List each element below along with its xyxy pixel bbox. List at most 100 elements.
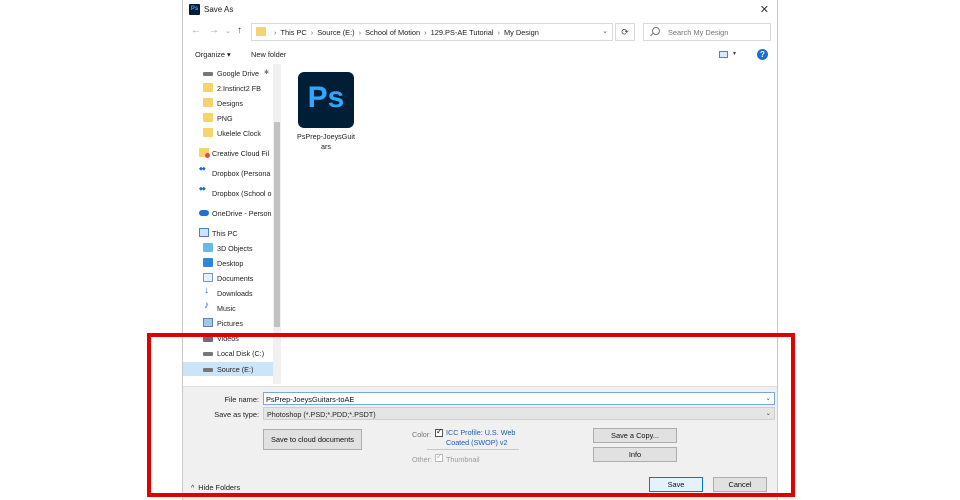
refresh-button[interactable]: ⟳ [615,23,635,41]
navigation-pane: Google Drive ✱ 2.Instinct2 FB Designs PN… [183,64,283,384]
sidebar-item-onedrive[interactable]: OneDrive - Person [183,206,273,220]
folder-icon [203,128,213,137]
save-type-value: Photoshop (*.PSD;*.PDD;*.PSDT) [267,410,376,419]
cancel-button[interactable]: Cancel [713,477,767,492]
sidebar-item-desktop[interactable]: Desktop [183,256,273,270]
chevron-down-icon: ⌄ [765,410,771,417]
breadcrumb-school-of-motion[interactable]: School of Motion [365,28,420,37]
sidebar-item-music[interactable]: Music [183,300,273,315]
up-arrow-icon[interactable]: ↑ [237,25,242,36]
sidebar-item-downloads[interactable]: Downloads [183,285,273,300]
hide-folders-button[interactable]: ^ Hide Folders [191,483,240,492]
thumbnail-checkbox[interactable] [435,452,443,462]
sidebar-item-label: This PC [212,229,238,238]
help-icon[interactable]: ? [757,49,768,60]
computer-icon [199,228,209,237]
breadcrumb-this-pc[interactable]: This PC [280,28,306,37]
scrollbar-thumb[interactable] [274,122,280,327]
folder-icon [203,98,213,107]
sidebar-item-label: Creative Cloud Fil [212,149,270,158]
title-bar: Ps Save As ✕ [183,0,777,20]
sidebar-item-label: Local Disk (C:) [217,349,265,358]
save-button[interactable]: Save [649,477,703,492]
breadcrumb-separator: › [424,28,427,37]
folder-icon [203,113,213,122]
sidebar-item-label: Desktop [217,259,244,268]
file-list: Ps PsPrep-JoeysGuit ars [283,64,777,384]
search-input[interactable] [668,26,768,39]
save-a-copy-button[interactable]: Save a Copy... [593,428,677,443]
breadcrumb-my-design[interactable]: My Design [504,28,539,37]
other-label: Other: [412,455,432,464]
save-as-dialog: Ps Save As ✕ ← → ⌄ ↑ › This PC › Source … [182,0,778,500]
3d-objects-icon [203,243,213,252]
file-name-input[interactable] [266,394,746,404]
sidebar-item-label: Source (E:) [217,365,254,374]
back-arrow-icon[interactable]: ← [191,25,201,36]
sidebar-item-3d-objects[interactable]: 3D Objects [183,241,273,255]
sidebar-item-instinct2-fb[interactable]: 2.Instinct2 FB [183,81,273,95]
breadcrumb: › This PC › Source (E:) › School of Moti… [270,28,539,37]
sidebar-item-label: 2.Instinct2 FB [217,84,261,93]
close-icon[interactable]: ✕ [760,3,769,16]
sidebar-item-png[interactable]: PNG [183,111,273,125]
sidebar-item-dropbox-school[interactable]: Dropbox (School o [183,186,273,200]
sidebar-item-label: OneDrive - Person [212,209,272,218]
desktop-icon [203,258,213,267]
photoshop-app-icon: Ps [189,4,200,15]
sidebar-item-local-disk-c[interactable]: Local Disk (C:) [183,346,273,360]
icc-profile-link-line2[interactable]: Coated (SWOP) v2 [446,438,508,448]
info-button[interactable]: Info [593,447,677,462]
save-to-cloud-button[interactable]: Save to cloud documents [263,429,362,450]
recent-locations-chevron-icon[interactable]: ⌄ [225,27,231,35]
icc-profile-link[interactable]: ICC Profile: U.S. Web [446,428,515,438]
file-name-line: PsPrep-JoeysGuit [297,132,355,141]
sidebar-item-source-e[interactable]: Source (E:) [183,362,273,376]
forward-arrow-icon[interactable]: → [209,25,219,36]
folder-icon [203,83,213,92]
icc-profile-checkbox[interactable] [435,427,443,437]
file-name: PsPrep-JoeysGuit ars [295,132,357,152]
onedrive-icon [199,210,209,216]
sidebar-scrollbar[interactable] [273,64,281,384]
window-title: Save As [204,5,234,14]
chevron-down-icon[interactable]: ⌄ [766,394,771,402]
save-type-select[interactable]: Photoshop (*.PSD;*.PDD;*.PSDT) ⌄ [263,407,775,420]
sidebar-item-google-drive[interactable]: Google Drive ✱ [183,66,273,80]
videos-icon [203,333,213,342]
sidebar-item-ukelele-clock[interactable]: Ukelele Clock [183,126,273,140]
sidebar-item-label: Ukelele Clock [217,129,261,138]
sidebar-item-label: Designs [217,99,243,108]
breadcrumb-separator: › [497,28,500,37]
sidebar-item-label: Dropbox (School o [212,189,272,198]
pin-icon: ✱ [264,70,270,76]
sidebar-item-dropbox-personal[interactable]: Dropbox (Persona [183,166,273,180]
sidebar-item-designs[interactable]: Designs [183,96,273,110]
drive-icon [203,72,213,76]
sidebar-item-label: 3D Objects [217,244,253,253]
new-folder-button[interactable]: New folder [251,50,286,59]
color-label: Color: [412,430,432,439]
organize-button[interactable]: Organize ▾ [195,50,231,59]
save-options-panel: File name: ⌄ Save as type: Photoshop (*.… [183,386,777,500]
breadcrumb-source-e[interactable]: Source (E:) [317,28,354,37]
address-dropdown-icon[interactable]: ⌄ [602,27,608,35]
sidebar-item-pictures[interactable]: Pictures [183,316,273,330]
screen: Ps Save As ✕ ← → ⌄ ↑ › This PC › Source … [0,0,960,500]
breadcrumb-tutorial[interactable]: 129.PS-AE Tutorial [431,28,494,37]
address-bar[interactable]: › This PC › Source (E:) › School of Moti… [251,23,613,41]
change-view-button[interactable]: ▾ [719,50,739,60]
sidebar-item-this-pc[interactable]: This PC [183,226,273,240]
sidebar-item-documents[interactable]: Documents [183,271,273,285]
search-box[interactable] [643,23,771,41]
photoshop-file-icon-text: Ps [307,81,345,114]
sidebar-item-label: Videos [217,334,239,343]
sidebar-item-creative-cloud[interactable]: Creative Cloud Fil [183,146,273,160]
sidebar-item-label: Music [217,304,236,313]
file-name-field[interactable]: ⌄ [263,392,775,405]
file-item[interactable]: Ps PsPrep-JoeysGuit ars [295,70,357,152]
chevron-down-icon: ▾ [733,51,737,57]
sidebar-item-label: Google Drive [217,69,259,78]
sidebar-item-videos[interactable]: Videos [183,331,273,345]
photoshop-file-icon: Ps [298,72,354,128]
